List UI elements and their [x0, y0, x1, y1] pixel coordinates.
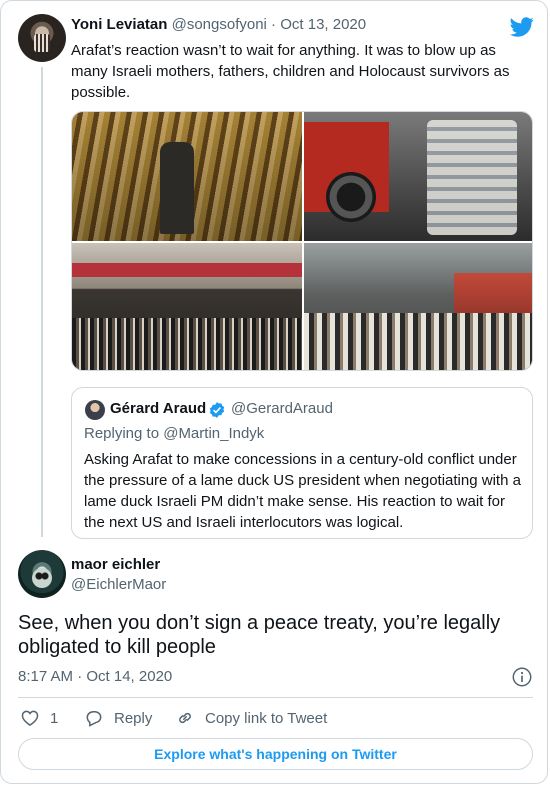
tweet-date[interactable]: Oct 13, 2020 [280, 16, 366, 33]
copy-link-button[interactable]: Copy link to Tweet [175, 707, 327, 729]
reply-tweet-text: See, when you don’t sign a peace treaty,… [18, 612, 501, 658]
quoted-tweet-text: Asking Arafat to make concessions in a c… [84, 451, 521, 531]
reply-button[interactable]: Reply [84, 707, 152, 729]
quoted-tweet[interactable]: Gérard Araud @GerardAraud Replying to @M… [71, 387, 533, 539]
tweet-timestamp[interactable]: 8:17 AM · Oct 14, 2020 [18, 668, 172, 685]
reply-avatar[interactable] [18, 550, 66, 598]
author-handle[interactable]: @songsofyoni [172, 16, 267, 33]
replying-to: Replying to @Martin_Indyk [84, 425, 265, 442]
author-name[interactable]: Yoni Leviatan [71, 16, 167, 33]
verified-badge-icon [209, 402, 225, 418]
info-icon[interactable] [511, 666, 533, 688]
copy-link-label: Copy link to Tweet [205, 709, 328, 727]
media-grid[interactable] [71, 111, 533, 371]
twitter-bird-icon[interactable] [510, 15, 534, 39]
media-photo-2-detail [427, 120, 517, 235]
link-icon [179, 712, 191, 724]
like-count: 1 [50, 709, 59, 727]
quoted-author-handle: @GerardAraud [231, 400, 333, 417]
quoted-avatar [85, 400, 105, 420]
separator-dot: · [271, 16, 277, 33]
reply-author-handle[interactable]: @EichlerMaor [71, 576, 166, 593]
like-button[interactable]: 1 [20, 707, 58, 729]
quoted-author-name: Gérard Araud [110, 400, 207, 417]
explore-twitter-button[interactable]: Explore what's happening on Twitter [18, 738, 533, 770]
heart-icon [21, 710, 39, 726]
reply-label: Reply [114, 709, 153, 727]
tweet-text: Arafat’s reaction wasn’t to wait for any… [71, 42, 510, 101]
tweet-embed-card: Yoni Leviatan @songsofyoni · Oct 13, 202… [0, 0, 548, 784]
media-photo-1[interactable] [72, 112, 302, 241]
media-photo-3[interactable] [72, 243, 302, 370]
reply-bubble-icon [86, 711, 102, 727]
tweet-header: Yoni Leviatan @songsofyoni · Oct 13, 202… [71, 16, 366, 33]
thread-connector-line [41, 67, 43, 537]
reply-author-name[interactable]: maor eichler [71, 556, 160, 573]
divider [18, 697, 533, 698]
avatar[interactable] [18, 14, 66, 62]
media-photo-4[interactable] [304, 243, 532, 370]
